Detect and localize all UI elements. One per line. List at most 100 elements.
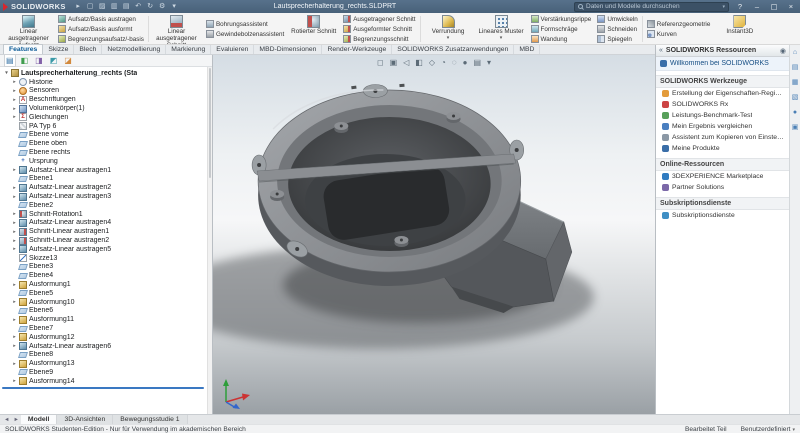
feature-tree-item[interactable]: Ebene3 <box>2 263 212 272</box>
feature-tree-item[interactable]: Ebene4 <box>2 271 212 280</box>
dimxpert-manager-tab[interactable]: ◩ <box>49 55 59 66</box>
open-icon[interactable]: ▨ <box>98 0 107 13</box>
feature-tree-item[interactable]: ▸ Aufsatz-Linear austragen6 <box>2 342 212 351</box>
feature-tree-item[interactable]: ▸ Historie <box>2 78 212 87</box>
ribbon-stack-button[interactable]: Begrenzungsschnitt <box>343 35 415 44</box>
expand-arrow-icon[interactable]: ▸ <box>12 88 17 94</box>
expand-arrow-icon[interactable]: ▸ <box>12 194 17 200</box>
feature-tree-item[interactable]: ▸ Schnitt-Linear austragen1 <box>2 227 212 236</box>
ribbon-stack-button[interactable]: Referenzgeometrie <box>646 20 710 29</box>
tab-bewegungsstudie-1[interactable]: Bewegungsstudie 1 <box>113 415 188 424</box>
save-icon[interactable]: ▥ <box>110 0 119 13</box>
feature-tree-item[interactable]: Ebene7 <box>2 324 212 333</box>
expand-arrow-icon[interactable]: ▸ <box>12 229 17 235</box>
tab-evaluieren[interactable]: Evaluieren <box>211 45 255 54</box>
expand-arrow-icon[interactable]: ▸ <box>12 220 17 226</box>
zoom-area-icon[interactable]: ▣ <box>390 58 398 68</box>
task-pane-link[interactable]: Mein Ergebnis vergleichen <box>656 121 789 132</box>
fillet-button[interactable]: Verrundung <box>422 14 475 44</box>
display-style-icon[interactable]: ◔ <box>441 58 446 68</box>
feature-tree-item[interactable]: Ebene vorne <box>2 131 212 140</box>
task-pane-link[interactable]: Meine Produkte <box>656 143 789 154</box>
minimize-button[interactable]: – <box>751 0 763 13</box>
feature-tree-item[interactable]: Ebene5 <box>2 289 212 298</box>
tab-skizze[interactable]: Skizze <box>43 45 75 54</box>
tab-markierung[interactable]: Markierung <box>166 45 212 54</box>
task-pane-link[interactable]: Assistent zum Kopieren von Einstellungen <box>656 132 789 143</box>
zoom-fit-icon[interactable]: ◻ <box>377 58 384 68</box>
extruded-cut-button[interactable]: Linear ausgetragener Schnitt <box>150 14 203 44</box>
options-icon[interactable]: ⚙ <box>158 0 167 13</box>
tab-zusatzanwendungen[interactable]: SOLIDWORKS Zusatzanwendungen <box>392 45 515 54</box>
tab-features[interactable]: Features <box>3 44 44 54</box>
ribbon-stack-button[interactable]: Bohrungsassistent <box>205 20 284 29</box>
view-palette-tab-icon[interactable]: ▧ <box>792 94 799 102</box>
task-pane-link[interactable]: Subskriptionsdienste <box>656 210 789 221</box>
tab-mbd[interactable]: MBD <box>514 45 541 54</box>
search-box[interactable]: Daten und Modelle durchsuchen ▾ <box>574 1 729 12</box>
tab-scroll-left-icon[interactable]: ◄ <box>2 417 11 423</box>
expand-arrow-icon[interactable]: ▸ <box>12 282 17 288</box>
feature-tree-item[interactable]: Ebene6 <box>2 307 212 316</box>
feature-tree-item[interactable]: ▸ Schnitt-Rotation1 <box>2 210 212 219</box>
welcome-link[interactable]: Willkommen bei SOLIDWORKS <box>656 57 789 71</box>
ribbon-stack-button[interactable]: Formschräge <box>530 25 592 34</box>
feature-tree-item[interactable]: PA Typ 6 <box>2 122 212 131</box>
feature-tree-item[interactable]: Ebene rechts <box>2 148 212 157</box>
feature-tree-item[interactable]: ▸ Ausformung10 <box>2 298 212 307</box>
expand-arrow-icon[interactable]: ▸ <box>12 211 17 217</box>
task-pane-link[interactable]: Partner Solutions <box>656 182 789 193</box>
restore-button[interactable]: ▢ <box>768 0 780 13</box>
menu-arrow-icon[interactable]: ▸ <box>74 0 83 13</box>
ribbon-stack-button[interactable]: Umwickeln <box>597 15 638 24</box>
design-library-tab-icon[interactable]: ▤ <box>792 64 799 72</box>
feature-tree-item[interactable]: ▸ Aufsatz-Linear austragen4 <box>2 218 212 228</box>
task-pane-link[interactable]: Leistungs-Benchmark-Test <box>656 110 789 121</box>
feature-tree-item[interactable]: Ebene1 <box>2 175 212 184</box>
expand-arrow-icon[interactable]: ▸ <box>12 378 17 384</box>
graphics-viewport[interactable]: ◻ ▣ ◁ ◧ ◇ ◔ ◌ ● ▤ ▾ <box>213 55 655 414</box>
pin-pane-icon[interactable]: ◉ <box>780 47 786 55</box>
units-selector[interactable]: Benutzerdefiniert ▾ <box>741 426 795 433</box>
feature-tree-item[interactable]: ▸ Ausformung12 <box>2 333 212 342</box>
expand-arrow-icon[interactable]: ▸ <box>12 185 17 191</box>
ribbon-stack-button[interactable]: Schneiden <box>597 25 637 34</box>
feature-tree-item[interactable]: ▸ Aufsatz-Linear austragen5 <box>2 245 212 254</box>
feature-tree-item[interactable]: ▸ Aufsatz-Linear austragen3 <box>2 192 212 201</box>
feature-tree-item[interactable]: ▸ Volumenkörper(1) <box>2 104 212 113</box>
ribbon-stack-button[interactable]: Ausgetragener Schnitt <box>343 15 416 24</box>
ribbon-stack-button[interactable]: Verstärkungsrippe <box>530 15 591 24</box>
tab-render-werkzeuge[interactable]: Render-Werkzeuge <box>322 45 393 54</box>
ribbon-stack-button[interactable]: Begrenzungsaufsatz/-basis <box>58 35 144 44</box>
collapse-pane-icon[interactable]: « <box>659 47 663 54</box>
feature-tree-item[interactable]: Ebene oben <box>2 139 212 148</box>
expand-arrow-icon[interactable]: ▸ <box>12 343 17 349</box>
expand-arrow-icon[interactable]: ▸ <box>12 79 17 85</box>
apply-scene-icon[interactable]: ▤ <box>473 58 481 68</box>
scrollbar-thumb[interactable] <box>209 68 211 178</box>
rollback-bar[interactable] <box>2 386 204 389</box>
feature-tree-item[interactable]: Ebene9 <box>2 368 212 377</box>
ribbon-stack-button[interactable]: Ausgeformter Schnitt <box>343 25 415 34</box>
ribbon-stack-button[interactable]: Spiegeln <box>597 35 637 44</box>
feature-tree-item[interactable]: ▸ Gleichungen <box>2 113 212 122</box>
property-manager-tab[interactable]: ◧ <box>20 55 30 66</box>
expand-arrow-icon[interactable]: ▸ <box>12 334 17 340</box>
expand-arrow-icon[interactable]: ▸ <box>12 97 17 103</box>
expand-arrow-icon[interactable]: ▾ <box>4 70 9 76</box>
ribbon-stack-button[interactable]: Kurven <box>646 30 711 39</box>
section-view-icon[interactable]: ◧ <box>415 58 423 68</box>
feature-tree-item[interactable]: ▸ Aufsatz-Linear austragen2 <box>2 183 212 192</box>
ribbon-stack-button[interactable]: Aufsatz/Basis ausformt <box>58 25 144 34</box>
feature-tree-item[interactable]: ▸ Schnitt-Linear austragen2 <box>2 236 212 245</box>
ribbon-stack-button[interactable]: Wandung <box>530 35 592 44</box>
revolved-cut-button[interactable]: Rotierter Schnitt <box>287 14 340 44</box>
task-pane-link[interactable]: 3DEXPERIENCE Marketplace <box>656 171 789 182</box>
expand-arrow-icon[interactable]: ▸ <box>12 167 17 173</box>
appearances-scenes-tab-icon[interactable]: ● <box>793 109 797 117</box>
tab-mbd-dimensionen[interactable]: MBD-Dimensionen <box>254 45 323 54</box>
instant3d-button[interactable]: Instant3D <box>713 14 766 44</box>
previous-view-icon[interactable]: ◁ <box>403 58 409 68</box>
feature-tree-item[interactable]: Ebene8 <box>2 351 212 360</box>
feature-tree-item[interactable]: ▸ Ausformung11 <box>2 315 212 324</box>
